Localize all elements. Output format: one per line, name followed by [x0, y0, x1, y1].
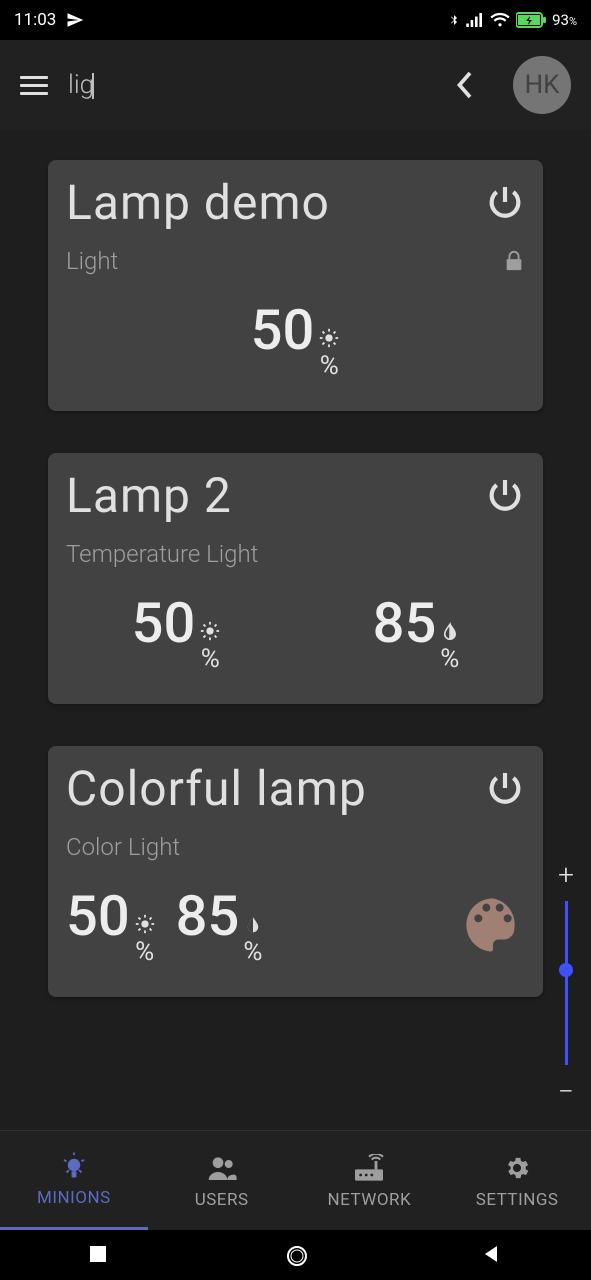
droplet-icon	[441, 620, 459, 642]
sys-home-button[interactable]	[285, 1244, 307, 1266]
users-icon	[206, 1152, 238, 1182]
nav-settings[interactable]: SETTINGS	[443, 1152, 591, 1210]
card-subtitle: Light	[66, 247, 118, 275]
bottom-nav: MINIONS USERS NETWORK SETTINGS	[0, 1130, 591, 1230]
device-card-lamp-demo[interactable]: Lamp demo Light 50 %	[48, 160, 543, 411]
status-bar: 11:03 93%	[0, 0, 591, 40]
card-title: Colorful lamp	[66, 760, 367, 817]
telegram-icon	[66, 11, 84, 29]
minus-icon[interactable]: −	[558, 1075, 574, 1108]
sys-back-button[interactable]	[482, 1244, 504, 1266]
system-nav-bar	[0, 1230, 591, 1280]
lock-icon	[503, 248, 525, 274]
battery-icon	[516, 12, 546, 28]
palette-icon[interactable]	[461, 893, 525, 957]
zoom-slider[interactable]: + −	[551, 858, 581, 1108]
brightness-icon	[318, 327, 340, 349]
brightness-icon	[199, 620, 221, 642]
nav-label: SETTINGS	[476, 1190, 559, 1210]
card-title: Lamp 2	[66, 467, 232, 524]
bluetooth-icon	[448, 12, 460, 28]
battery-pct: 93%	[552, 11, 577, 29]
app-header: lig HK	[0, 40, 591, 130]
plus-icon[interactable]: +	[558, 858, 574, 891]
back-button[interactable]	[455, 70, 473, 100]
wifi-icon	[490, 12, 510, 28]
card-subtitle: Temperature Light	[66, 540, 525, 568]
router-icon	[352, 1152, 386, 1182]
nav-label: USERS	[195, 1190, 249, 1210]
signal-icon	[466, 13, 484, 27]
menu-button[interactable]	[20, 76, 48, 95]
sys-recent-button[interactable]	[88, 1244, 110, 1266]
card-title: Lamp demo	[66, 174, 330, 231]
power-button[interactable]	[485, 475, 525, 515]
slider-track[interactable]	[565, 901, 568, 1065]
nav-minions[interactable]: MINIONS	[0, 1131, 148, 1230]
nav-label: MINIONS	[37, 1188, 111, 1208]
content-area: Lamp demo Light 50 %	[0, 130, 591, 1130]
temperature-stat: 85 %	[176, 883, 263, 967]
brightness-stat: 50 %	[251, 297, 341, 381]
power-button[interactable]	[485, 182, 525, 222]
card-subtitle: Color Light	[66, 833, 525, 861]
status-time: 11:03	[14, 10, 56, 30]
avatar[interactable]: HK	[513, 56, 571, 114]
temperature-stat: 85 %	[373, 590, 460, 674]
power-button[interactable]	[485, 768, 525, 808]
device-card-lamp-2[interactable]: Lamp 2 Temperature Light 50 % 85	[48, 453, 543, 704]
device-card-colorful-lamp[interactable]: Colorful lamp Color Light 50 % 85	[48, 746, 543, 997]
brightness-stat: 50 %	[132, 590, 222, 674]
bulb-icon	[59, 1150, 89, 1180]
nav-users[interactable]: USERS	[148, 1152, 296, 1210]
nav-label: NETWORK	[328, 1190, 412, 1210]
droplet-icon	[244, 913, 262, 935]
slider-thumb[interactable]	[559, 963, 573, 977]
brightness-icon	[134, 913, 156, 935]
nav-network[interactable]: NETWORK	[296, 1152, 444, 1210]
search-input[interactable]: lig	[68, 70, 435, 100]
gear-icon	[503, 1152, 531, 1182]
brightness-stat: 50 %	[66, 883, 156, 967]
